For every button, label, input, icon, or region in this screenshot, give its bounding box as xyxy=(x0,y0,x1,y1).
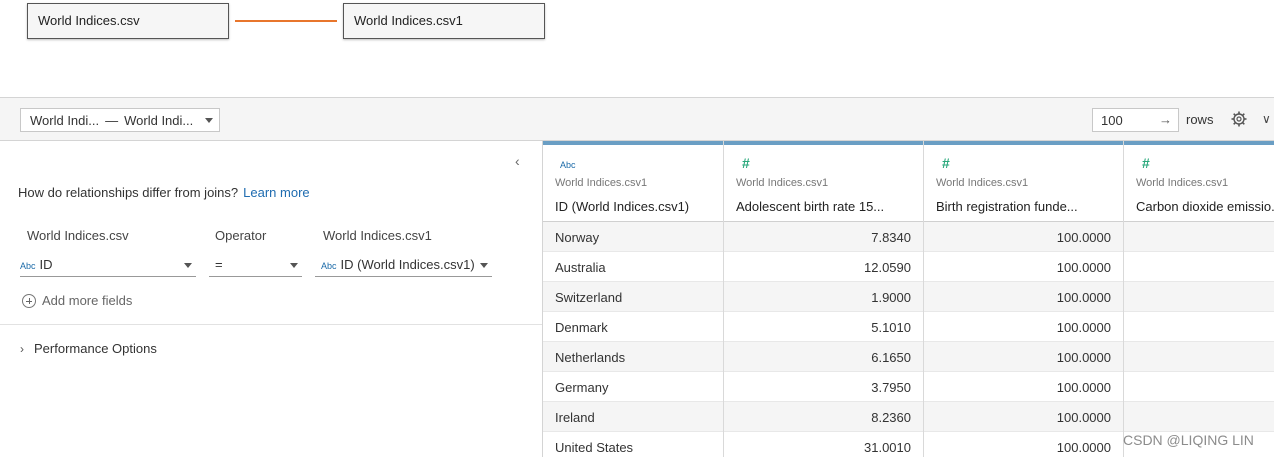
add-more-fields-label: Add more fields xyxy=(42,293,133,308)
column-name: Carbon dioxide emissio... xyxy=(1136,199,1274,214)
relationship-question: How do relationships differ from joins? xyxy=(18,185,239,200)
column-cells: 100.0000 100.0000 100.0000 100.0000 100.… xyxy=(924,222,1123,457)
watermark: CSDN @LIQING LIN xyxy=(1123,432,1254,448)
table-cell: 8.2360 xyxy=(724,402,923,432)
table-cell: 100.0000 xyxy=(924,282,1123,312)
column-source: World Indices.csv1 xyxy=(555,177,648,189)
relationship-panel: ‹ How do relationships differ from joins… xyxy=(0,141,542,457)
operator-header: Operator xyxy=(215,228,267,243)
table-cell: Australia xyxy=(543,252,723,282)
table-cell xyxy=(1124,282,1274,312)
table-cell: 31.0010 xyxy=(724,432,923,457)
column-header[interactable]: # World Indices.csv1 Adolescent birth ra… xyxy=(724,145,923,222)
table-cell xyxy=(1124,342,1274,372)
relationship-line[interactable] xyxy=(235,20,337,22)
collapse-panel-icon[interactable]: ‹ xyxy=(515,153,520,169)
string-type-icon: Abc xyxy=(20,261,36,271)
table-cell: 100.0000 xyxy=(924,312,1123,342)
rows-count-input[interactable]: 100 → xyxy=(1092,108,1179,132)
table-cell xyxy=(1124,402,1274,432)
table-cell: 5.1010 xyxy=(724,312,923,342)
grid-column-adolescent-birth-rate: # World Indices.csv1 Adolescent birth ra… xyxy=(724,141,924,457)
left-table-header: World Indices.csv xyxy=(27,228,129,243)
canvas-table-left[interactable]: World Indices.csv xyxy=(27,3,229,39)
caret-down-icon xyxy=(184,263,192,268)
column-name: Adolescent birth rate 15... xyxy=(736,199,885,214)
relationship-help: How do relationships differ from joins? L… xyxy=(18,185,310,200)
right-table-header: World Indices.csv1 xyxy=(323,228,432,243)
column-name: ID (World Indices.csv1) xyxy=(555,199,690,214)
table-cell: Norway xyxy=(543,222,723,252)
caret-down-icon xyxy=(290,263,298,268)
data-toolbar: World Indi... — World Indi... 100 → rows ∨ xyxy=(0,97,1274,141)
grid-column-birth-registration: # World Indices.csv1 Birth registration … xyxy=(924,141,1124,457)
table-cell: 3.7950 xyxy=(724,372,923,402)
left-field-select[interactable]: Abc ID xyxy=(20,255,196,277)
table-cell: 12.0590 xyxy=(724,252,923,282)
table-cell xyxy=(1124,252,1274,282)
caret-down-icon xyxy=(205,118,213,123)
table-cell: United States xyxy=(543,432,723,457)
rows-label: rows xyxy=(1186,112,1214,127)
column-cells: Norway Australia Switzerland Denmark Net… xyxy=(543,222,723,457)
column-name: Birth registration funde... xyxy=(936,199,1078,214)
right-field-select[interactable]: Abc ID (World Indices.csv1) xyxy=(315,255,492,277)
table-cell xyxy=(1124,372,1274,402)
arrow-right-icon[interactable]: → xyxy=(1159,112,1172,127)
column-header[interactable]: Abc World Indices.csv1 ID (World Indices… xyxy=(543,145,723,222)
plus-circle-icon xyxy=(22,293,36,308)
table-cell: 100.0000 xyxy=(924,252,1123,282)
table-cell: 6.1650 xyxy=(724,342,923,372)
table-cell: 100.0000 xyxy=(924,402,1123,432)
learn-more-link[interactable]: Learn more xyxy=(243,185,309,200)
column-cells xyxy=(1124,222,1274,457)
relationship-canvas: World Indices.csv World Indices.csv1 xyxy=(0,0,1274,97)
table-cell: Germany xyxy=(543,372,723,402)
table-cell: Netherlands xyxy=(543,342,723,372)
table-cell: Switzerland xyxy=(543,282,723,312)
table-select-right: World Indi... xyxy=(124,113,194,128)
table-cell: Denmark xyxy=(543,312,723,342)
table-select-separator: — xyxy=(105,113,119,128)
column-source: World Indices.csv1 xyxy=(736,177,829,189)
number-type-icon: # xyxy=(1142,155,1150,171)
rows-count-value: 100 xyxy=(1101,113,1123,128)
table-cell: 1.9000 xyxy=(724,282,923,312)
caret-down-icon xyxy=(480,263,488,268)
table-cell xyxy=(1124,312,1274,342)
divider xyxy=(0,324,542,325)
table-cell: 100.0000 xyxy=(924,432,1123,457)
table-select-left: World Indi... xyxy=(30,113,100,128)
column-source: World Indices.csv1 xyxy=(1136,177,1229,189)
string-type-icon: Abc xyxy=(560,160,576,170)
performance-options-toggle[interactable]: › Performance Options xyxy=(20,341,157,356)
table-cell: 7.8340 xyxy=(724,222,923,252)
performance-options-label: Performance Options xyxy=(34,341,157,356)
data-grid: Abc World Indices.csv1 ID (World Indices… xyxy=(542,141,1274,457)
canvas-table-right[interactable]: World Indices.csv1 xyxy=(343,3,545,39)
string-type-icon: Abc xyxy=(321,261,337,271)
operator-value: = xyxy=(215,257,223,272)
column-source: World Indices.csv1 xyxy=(936,177,1029,189)
grid-column-id: Abc World Indices.csv1 ID (World Indices… xyxy=(543,141,724,457)
left-field-name: ID xyxy=(39,257,53,272)
number-type-icon: # xyxy=(942,155,950,171)
chevron-down-icon[interactable]: ∨ xyxy=(1262,112,1271,126)
grid-column-carbon-dioxide: # World Indices.csv1 Carbon dioxide emis… xyxy=(1124,141,1274,457)
gear-icon[interactable] xyxy=(1231,111,1247,127)
table-cell xyxy=(1124,222,1274,252)
column-header[interactable]: # World Indices.csv1 Carbon dioxide emis… xyxy=(1124,145,1274,222)
number-type-icon: # xyxy=(742,155,750,171)
add-more-fields-button[interactable]: Add more fields xyxy=(22,293,132,308)
table-cell: Ireland xyxy=(543,402,723,432)
table-select-dropdown[interactable]: World Indi... — World Indi... xyxy=(20,108,220,132)
table-cell: 100.0000 xyxy=(924,342,1123,372)
right-field-name: ID (World Indices.csv1) xyxy=(340,257,475,272)
table-cell: 100.0000 xyxy=(924,372,1123,402)
table-cell: 100.0000 xyxy=(924,222,1123,252)
column-cells: 7.8340 12.0590 1.9000 5.1010 6.1650 3.79… xyxy=(724,222,923,457)
operator-select[interactable]: = xyxy=(209,255,302,277)
chevron-right-icon: › xyxy=(20,342,24,356)
column-header[interactable]: # World Indices.csv1 Birth registration … xyxy=(924,145,1123,222)
